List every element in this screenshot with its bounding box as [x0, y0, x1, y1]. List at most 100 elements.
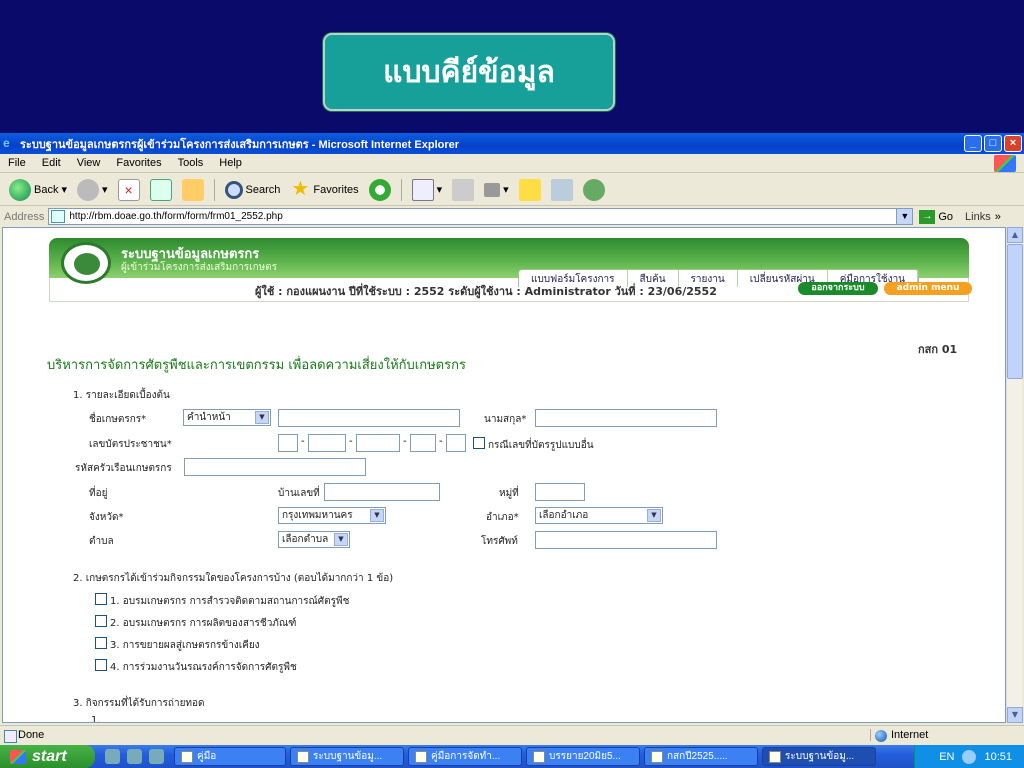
outlook-quicklaunch-icon[interactable] [127, 749, 142, 764]
discuss-button[interactable] [516, 177, 544, 203]
activity-1-checkbox[interactable] [95, 593, 107, 605]
security-zone: Internet [870, 728, 928, 742]
chevron-down-icon: ▼ [255, 411, 269, 424]
page-title: บริหารการจัดการศัตรูพืชและการเขตกรรม เพื… [47, 358, 466, 373]
moo-input[interactable] [535, 483, 585, 501]
search-button[interactable]: Search [222, 177, 284, 203]
house-no-input[interactable] [324, 483, 440, 501]
activity-3-checkbox[interactable] [95, 637, 107, 649]
mail-button[interactable]: ▾ [409, 177, 446, 203]
start-button[interactable]: start [0, 745, 95, 768]
vertical-scrollbar[interactable]: ▲ ▼ [1006, 227, 1023, 723]
ie-icon [297, 750, 309, 763]
menu-favorites[interactable]: Favorites [108, 157, 169, 169]
word-icon [651, 750, 663, 763]
address-dropdown-icon[interactable]: ▼ [896, 209, 913, 224]
task-folder[interactable]: คู่มือ [174, 747, 286, 766]
first-name-input[interactable] [278, 409, 460, 427]
address-section-label: ที่อยู่ [89, 488, 108, 499]
activity-2-label: 2. อบรมเกษตรกร การผลิตของสารชีวภัณฑ์ [110, 618, 297, 629]
taskbar: start คู่มือ ระบบฐานข้อมู... คู่มือการจั… [0, 745, 1024, 768]
user-info: ผู้ใช้ : กองแผนงาน ปีที่ใช้ระบบ : 2552 ร… [255, 285, 717, 298]
address-bar: Address http://rbm.doae.go.th/form/form/… [0, 207, 1024, 226]
menu-help[interactable]: Help [211, 157, 250, 169]
section-3-item-1: 1. [91, 715, 101, 723]
back-button[interactable]: Back ▾ [6, 177, 70, 203]
id-part-2-input[interactable] [308, 434, 346, 452]
media-quicklaunch-icon[interactable] [149, 749, 164, 764]
forward-arrow-icon [77, 178, 99, 201]
tray-icon[interactable] [962, 749, 977, 764]
menu-tools[interactable]: Tools [170, 157, 212, 169]
household-code-input[interactable] [184, 458, 366, 476]
discuss-icon [518, 178, 541, 201]
subdistrict-label: ตำบล [89, 536, 114, 547]
subdistrict-select[interactable]: เลือกตำบล ▼ [278, 531, 350, 548]
activity-4-checkbox[interactable] [95, 659, 107, 671]
search-icon [224, 180, 243, 199]
prefix-select[interactable]: คำนำหน้า ▼ [183, 409, 271, 426]
section-2-heading: 2. เกษตรกรได้เข้าร่วมกิจกรรมใดของโครงการ… [73, 573, 394, 584]
home-button[interactable] [179, 177, 207, 203]
section-3-heading: 3. กิจกรรมที่ได้รับการถ่ายทอด [73, 698, 205, 709]
language-indicator[interactable]: EN [939, 751, 954, 763]
district-select[interactable]: เลือกอำเภอ ▼ [535, 507, 663, 524]
id-other-format-checkbox[interactable] [473, 437, 485, 449]
id-part-4-input[interactable] [410, 434, 436, 452]
task-word-3[interactable]: กสกปี2525..... [644, 747, 758, 766]
household-code-label: รหัสครัวเรือนเกษตรกร [75, 463, 172, 474]
scroll-up-icon[interactable]: ▲ [1007, 227, 1023, 243]
ie-icon: e [3, 136, 10, 150]
print-button[interactable] [449, 177, 477, 203]
scroll-down-icon[interactable]: ▼ [1007, 707, 1023, 723]
forward-button[interactable]: ▾ [74, 177, 111, 203]
activity-2-checkbox[interactable] [95, 615, 107, 627]
task-ie-1[interactable]: ระบบฐานข้อมู... [290, 747, 404, 766]
status-bar: Done Internet [0, 725, 1024, 743]
stop-icon: × [117, 178, 140, 201]
id-part-3-input[interactable] [356, 434, 400, 452]
refresh-button[interactable] [147, 177, 175, 203]
phone-input[interactable] [535, 531, 717, 549]
status-text: Done [0, 729, 870, 743]
id-part-5-input[interactable] [446, 434, 466, 452]
province-select[interactable]: กรุงเทพมหานคร ▼ [278, 507, 386, 524]
ie-icon [769, 750, 781, 763]
go-button[interactable]: → Go [919, 209, 953, 224]
mail-icon [411, 178, 434, 201]
menu-edit[interactable]: Edit [34, 157, 69, 169]
id-part-1-input[interactable] [278, 434, 298, 452]
menu-view[interactable]: View [69, 157, 109, 169]
id-other-format-label: กรณีเลขที่บัตรรูปแบบอื่น [488, 440, 594, 451]
go-arrow-icon: → [919, 209, 936, 224]
menu-file[interactable]: File [0, 157, 34, 169]
window-titlebar[interactable]: e ระบบฐานข้อมูลเกษตรกรผู้เข้าร่วมโครงการ… [0, 133, 1024, 154]
stop-button[interactable]: × [115, 177, 143, 203]
history-button[interactable] [366, 177, 394, 203]
task-word-1[interactable]: คู่มือการจัดทำ... [408, 747, 522, 766]
task-ie-active[interactable]: ระบบฐานข้อมู... [762, 747, 876, 766]
page-viewport: ระบบฐานข้อมูลเกษตรกร ผู้เข้าร่วมโครงการส… [2, 227, 1006, 723]
moo-label: หมู่ที่ [499, 488, 519, 499]
menu-bar: File Edit View Favorites Tools Help [0, 154, 1024, 173]
scroll-thumb[interactable] [1007, 244, 1023, 379]
admin-menu-button[interactable]: admin menu [884, 282, 972, 295]
maximize-button[interactable]: □ [984, 135, 1002, 152]
surname-input[interactable] [535, 409, 717, 427]
house-no-label: บ้านเลขที่ [278, 488, 320, 499]
links-button[interactable]: Links [965, 211, 991, 223]
page-icon [51, 210, 66, 223]
address-input[interactable]: http://rbm.doae.go.th/form/form/frm01_25… [48, 208, 914, 225]
close-button[interactable]: × [1004, 135, 1022, 152]
favorites-button[interactable]: ★ Favorites [287, 177, 361, 203]
site-subtitle: ผู้เข้าร่วมโครงการส่งเสริมการเกษตร [121, 262, 278, 273]
task-word-2[interactable]: บรรยาย20มิย5... [526, 747, 640, 766]
chevron-down-icon: ▼ [370, 509, 384, 522]
edit-button[interactable]: ▾ [481, 177, 512, 203]
research-button[interactable] [548, 177, 576, 203]
logout-button[interactable]: ออกจากระบบ [798, 282, 878, 295]
site-header: ระบบฐานข้อมูลเกษตรกร ผู้เข้าร่วมโครงการส… [49, 238, 969, 287]
ie-quicklaunch-icon[interactable] [105, 749, 120, 764]
messenger-button[interactable] [580, 177, 608, 203]
minimize-button[interactable]: _ [964, 135, 982, 152]
